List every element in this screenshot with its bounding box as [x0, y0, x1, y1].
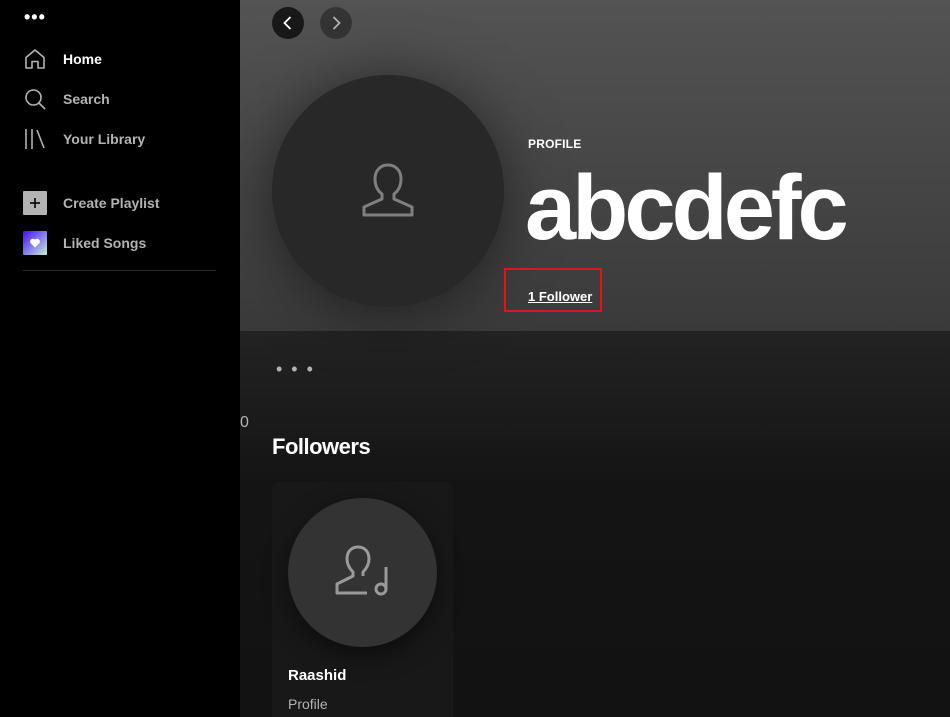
sidebar-divider: [23, 270, 216, 271]
back-button[interactable]: [272, 7, 304, 39]
follower-avatar: [288, 498, 437, 647]
user-music-icon: [335, 545, 387, 595]
follower-subtitle: Profile: [288, 696, 328, 712]
liked-songs-label: Liked Songs: [63, 235, 147, 251]
follower-name: Raashid: [288, 667, 347, 684]
sidebar-item-label: Search: [63, 91, 110, 107]
home-icon: [22, 46, 48, 72]
profile-name: abcdefc: [525, 157, 849, 259]
plus-icon: [23, 191, 47, 215]
sidebar-item-your-library[interactable]: Your Library: [22, 125, 145, 153]
stray-text: 0: [240, 414, 249, 431]
sidebar-item-home[interactable]: Home: [22, 45, 102, 73]
followers-section-title[interactable]: Followers: [272, 434, 371, 460]
library-icon: [22, 126, 48, 152]
chevron-left-icon: [283, 16, 292, 30]
heart-icon: [23, 231, 47, 255]
profile-avatar[interactable]: [272, 75, 504, 307]
chevron-right-icon: [332, 16, 341, 30]
highlight-box: [504, 268, 602, 312]
create-playlist-label: Create Playlist: [63, 195, 160, 211]
main-content: PROFILE abcdefc 1 Follower • • • 0 Follo…: [240, 0, 950, 717]
forward-button[interactable]: [320, 7, 352, 39]
sidebar-item-label: Home: [63, 51, 102, 67]
follower-card[interactable]: Raashid Profile: [272, 482, 453, 717]
profile-type-label: PROFILE: [528, 137, 582, 151]
sidebar-menu-dots[interactable]: •••: [24, 8, 46, 26]
search-icon: [22, 86, 48, 112]
heart-icon-wrapper: [22, 230, 48, 256]
sidebar-item-label: Your Library: [63, 131, 146, 147]
sidebar-item-search[interactable]: Search: [22, 85, 110, 113]
user-icon: [362, 163, 414, 217]
plus-icon-wrapper: [22, 190, 48, 216]
create-playlist-button[interactable]: Create Playlist: [22, 189, 160, 217]
sidebar: ••• Home Search Your Library Create Play…: [0, 0, 240, 717]
liked-songs-button[interactable]: Liked Songs: [22, 229, 146, 257]
more-options-button[interactable]: • • •: [276, 360, 315, 378]
